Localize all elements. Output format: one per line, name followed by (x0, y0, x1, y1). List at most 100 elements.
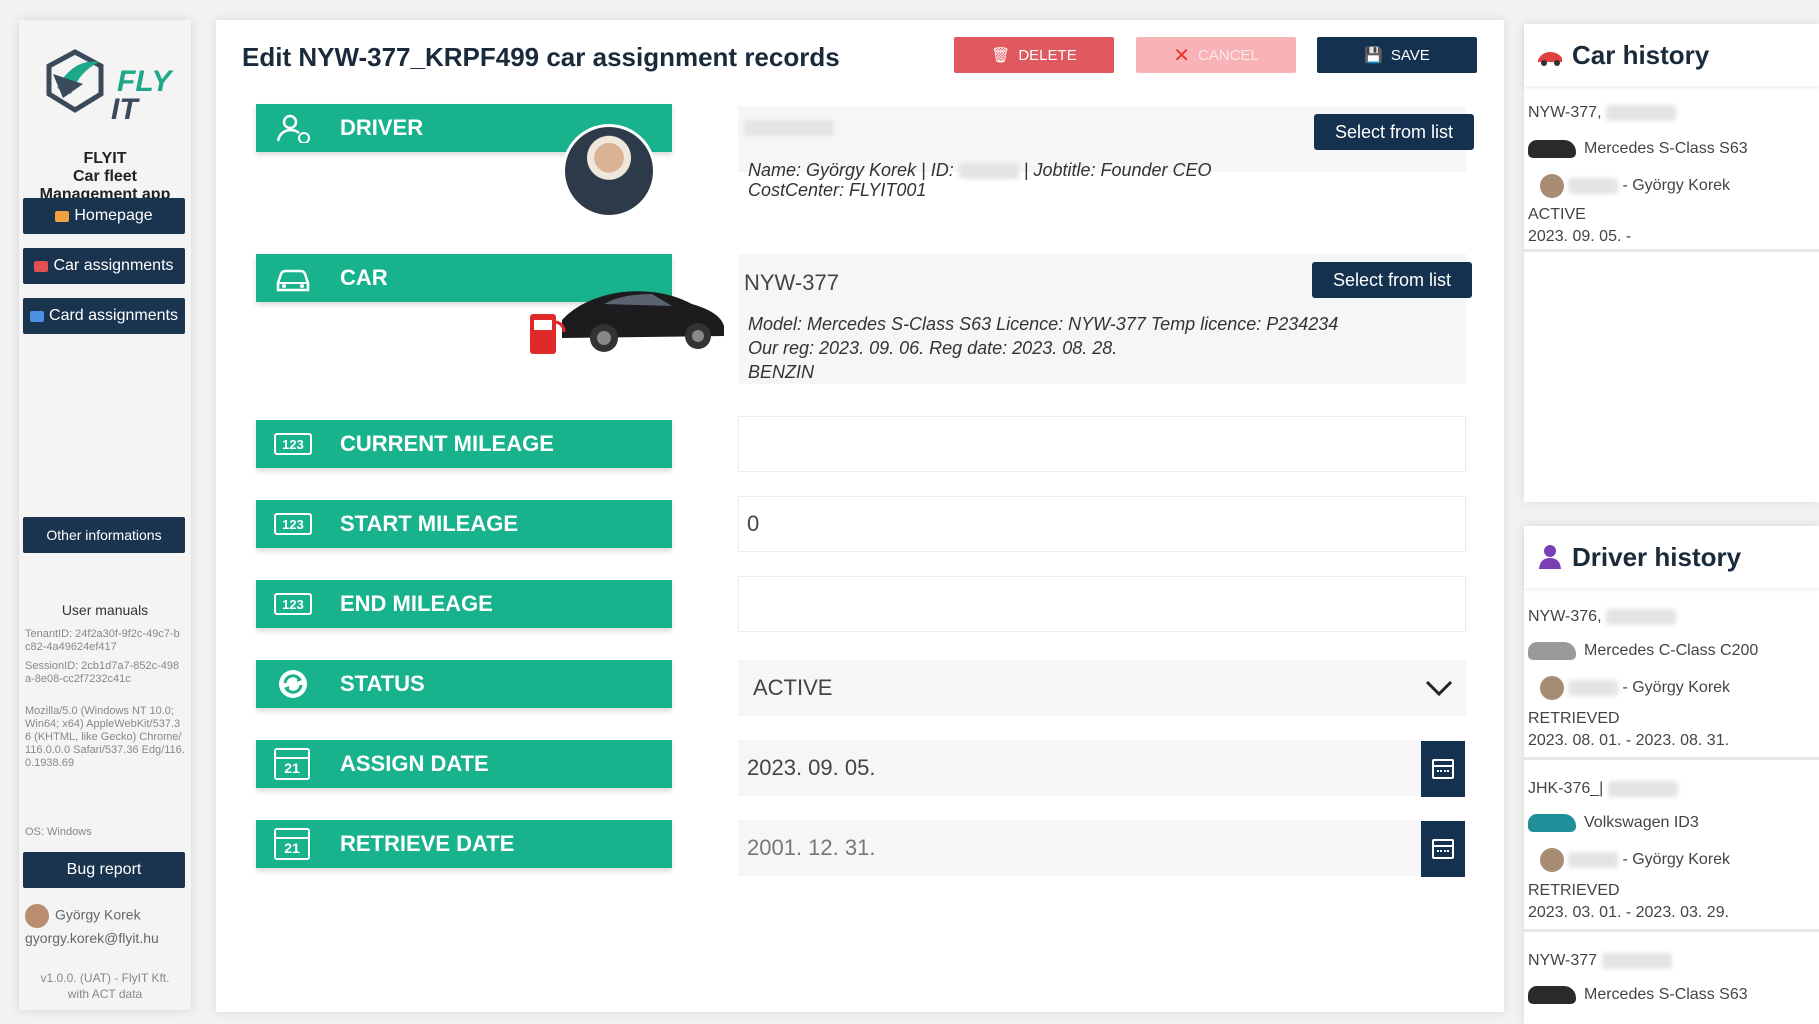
nav-card-assignments-label: Card assignments (49, 307, 178, 324)
numeric-icon: 123 (274, 593, 312, 615)
assign-date-picker-button[interactable] (1421, 741, 1465, 797)
cancel-button[interactable]: ✕ CANCEL (1136, 37, 1296, 73)
driver-icon (276, 114, 310, 143)
assign-date-label: 21 ASSIGN DATE (256, 740, 672, 788)
calendar-icon (1432, 839, 1454, 859)
car-thumbnail-icon (1528, 642, 1576, 660)
driver-history-item[interactable]: NYW-377 Mercedes S-Class S63 (1524, 950, 1819, 1024)
current-mileage-label: 123 CURRENT MILEAGE (256, 420, 672, 468)
calendar-icon: 21 (274, 828, 310, 860)
save-button[interactable]: 💾 SAVE (1317, 37, 1477, 73)
calendar-icon: 21 (274, 748, 310, 780)
tenant-id: TenantID: 24f2a30f-9f2c-49c7-bc82-4a4962… (25, 628, 180, 653)
history-dates: 2023. 03. 01. - 2023. 03. 29. (1528, 904, 1730, 921)
bug-report-button[interactable]: Bug report (23, 852, 185, 888)
avatar (1540, 848, 1564, 872)
history-model: Mercedes S-Class S63 (1528, 140, 1748, 158)
nav-car-assignments[interactable]: Car assignments (23, 248, 185, 284)
car-outline-icon (276, 269, 310, 292)
history-status: ACTIVE (1528, 206, 1586, 223)
history-status: RETRIEVED (1528, 882, 1620, 899)
history-driver: - György Korek (1528, 848, 1730, 872)
history-status: RETRIEVED (1528, 710, 1620, 727)
history-dates: 2023. 09. 05. - (1528, 228, 1632, 245)
brand-subtitle-1: Car fleet (72, 168, 138, 185)
avatar (25, 904, 49, 928)
user-agent: Mozilla/5.0 (Windows NT 10.0; Win64; x64… (25, 705, 185, 769)
numeric-icon: 123 (274, 513, 312, 535)
numeric-icon: 123 (274, 433, 312, 455)
car-history-icon (1538, 52, 1562, 66)
end-mileage-label: 123 END MILEAGE (256, 580, 672, 628)
user-email: gyorgy.korek@flyit.hu (25, 930, 159, 946)
session-id: SessionID: 2cb1d7a7-852c-498a-8e08-cc2f7… (25, 660, 180, 685)
start-mileage-label: 123 START MILEAGE (256, 500, 672, 548)
current-mileage-input[interactable] (738, 416, 1466, 472)
calendar-icon (1432, 759, 1454, 779)
os-info: OS: Windows (25, 826, 92, 838)
car-thumbnail-icon (1528, 986, 1576, 1004)
history-plate: NYW-376, (1528, 608, 1676, 626)
driver-select-button[interactable]: Select from list (1314, 114, 1474, 150)
car-thumbnail-icon (1528, 140, 1576, 158)
user-block: György Korek gyorgy.korek@flyit.hu (25, 904, 185, 946)
trash-icon: 🗑 (991, 47, 1011, 64)
card-icon (30, 310, 45, 322)
history-model: Mercedes C-Class C200 (1528, 642, 1758, 660)
chevron-down-icon (1425, 680, 1453, 697)
driver-history-header: Driver history (1524, 526, 1819, 588)
sidebar: FLY IT FLYIT Car fleet Management app Ho… (19, 20, 191, 1010)
home-icon (55, 210, 70, 222)
nav-card-assignments[interactable]: Card assignments (23, 298, 185, 334)
edit-panel: Edit NYW-377_KRPF499 car assignment reco… (216, 20, 1504, 1012)
nav-car-assignments-label: Car assignments (53, 257, 174, 274)
driver-history-panel: Driver history NYW-376, Mercedes C-Class… (1524, 526, 1819, 1024)
driver-photo (562, 124, 656, 218)
nav-homepage-label: Homepage (74, 207, 153, 224)
person-icon (1539, 545, 1561, 569)
car-thumbnail-icon (1528, 814, 1576, 832)
brand-name: FLYIT (83, 150, 127, 167)
history-model: Mercedes S-Class S63 (1528, 986, 1748, 1004)
history-dates: 2023. 08. 01. - 2023. 08. 31. (1528, 732, 1730, 749)
end-mileage-input[interactable] (738, 576, 1466, 632)
driver-details: Name: György Korek | ID: | Jobtitle: Fou… (748, 160, 1212, 200)
avatar (1540, 676, 1564, 700)
car-history-header: Car history (1524, 24, 1819, 86)
car-plate-value: NYW-377 (744, 270, 839, 295)
driver-history-item[interactable]: NYW-376, Mercedes C-Class C200 - György … (1524, 606, 1819, 760)
delete-button[interactable]: 🗑 DELETE (954, 37, 1114, 73)
driver-history-item[interactable]: JHK-376_| Volkswagen ID3 - György Korek … (1524, 778, 1819, 932)
logo-text: FLY IT (111, 65, 172, 126)
assign-date-input[interactable]: 2023. 09. 05. (738, 740, 1466, 797)
other-informations-button[interactable]: Other informations (23, 517, 185, 553)
retrieve-date-label: 21 RETRIEVE DATE (256, 820, 672, 868)
user-name: György Korek (55, 906, 141, 923)
car-icon (34, 260, 49, 272)
car-history-title: Car history (1572, 39, 1710, 70)
history-plate: NYW-377 (1528, 952, 1672, 970)
driver-history-title: Driver history (1572, 541, 1742, 572)
history-driver: - György Korek (1528, 174, 1730, 198)
car-history-item[interactable]: NYW-377, Mercedes S-Class S63 - György K… (1524, 102, 1819, 252)
driver-id-redacted (744, 120, 834, 136)
flyit-logo[interactable]: FLY IT (39, 40, 179, 130)
history-plate: JHK-376_| (1528, 780, 1678, 798)
history-model: Volkswagen ID3 (1528, 814, 1699, 832)
close-icon: ✕ (1173, 44, 1190, 67)
status-label: STATUS (256, 660, 672, 708)
status-select[interactable]: ACTIVE (738, 660, 1466, 716)
start-mileage-input[interactable]: 0 (738, 496, 1466, 552)
logo-emblem-icon (46, 49, 104, 113)
version-info: v1.0.0. (UAT) - FlyIT Kft. with ACT data (40, 971, 170, 1001)
history-plate: NYW-377, (1528, 104, 1676, 122)
refresh-icon (279, 670, 307, 698)
nav-homepage[interactable]: Homepage (23, 198, 185, 234)
history-driver: - György Korek (1528, 676, 1730, 700)
retrieve-date-input[interactable]: 2001. 12. 31. (738, 820, 1466, 877)
floppy-icon: 💾 (1364, 47, 1383, 64)
user-manuals-link[interactable]: User manuals (19, 602, 191, 618)
page-title: Edit NYW-377_KRPF499 car assignment reco… (242, 42, 840, 72)
car-select-button[interactable]: Select from list (1312, 262, 1472, 298)
retrieve-date-picker-button[interactable] (1421, 821, 1465, 877)
